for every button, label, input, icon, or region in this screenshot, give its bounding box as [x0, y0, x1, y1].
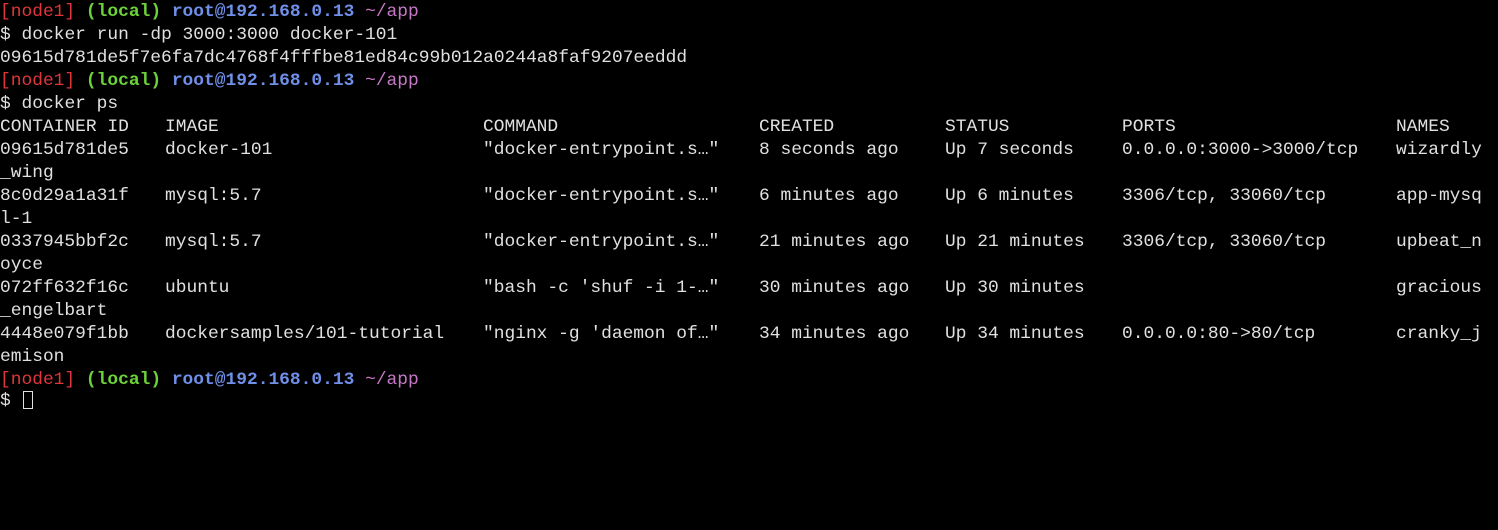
cell-names: upbeat_n — [1396, 232, 1482, 252]
terminal-window[interactable]: [node1] (local) root@192.168.0.13 ~/app … — [0, 0, 1498, 413]
cell-created: 34 minutes ago — [759, 324, 910, 344]
table-row-wrap: _engelbart — [0, 300, 107, 323]
prompt-local: (local) — [85, 2, 162, 22]
cell-command: "docker-entrypoint.s…" — [483, 140, 720, 160]
cell-names: wizardly — [1396, 140, 1482, 160]
cell-ports: 3306/tcp, 33060/tcp — [1122, 232, 1326, 252]
header-ports: PORTS — [1122, 117, 1176, 137]
cell-names: app-mysq — [1396, 186, 1482, 206]
cell-names-wrap: _engelbart — [0, 301, 108, 321]
prompt-host: root@192.168.0.13 — [171, 370, 355, 390]
table-row: 0337945bbf2c mysql:5.7 "docker-entrypoin… — [0, 231, 1498, 254]
cell-status: Up 21 minutes — [945, 232, 1085, 252]
command-line: $ docker ps — [0, 93, 118, 116]
table-row-wrap: l-1 — [0, 208, 32, 231]
cell-names-wrap: l-1 — [0, 209, 33, 229]
prompt-host: root@192.168.0.13 — [171, 2, 355, 22]
command-line: $ docker run -dp 3000:3000 docker-101 — [0, 24, 397, 47]
header-names: NAMES — [1396, 117, 1450, 137]
prompt-symbol: $ — [0, 391, 11, 411]
cell-image: mysql:5.7 — [165, 232, 262, 252]
cell-created: 6 minutes ago — [759, 186, 899, 206]
header-container-id: CONTAINER ID — [0, 117, 129, 137]
input-line[interactable]: $ — [0, 390, 33, 413]
table-row: 072ff632f16c ubuntu "bash -c 'shuf -i 1-… — [0, 277, 1498, 300]
cell-container-id: 0337945bbf2c — [0, 232, 129, 252]
cell-names-wrap: emison — [0, 347, 65, 367]
cell-status: Up 7 seconds — [945, 140, 1074, 160]
prompt-line: [node1] (local) root@192.168.0.13 ~/app — [0, 369, 419, 392]
prompt-symbol: $ — [0, 94, 11, 114]
table-row-wrap: emison — [0, 346, 64, 369]
cell-ports: 0.0.0.0:3000->3000/tcp — [1122, 140, 1359, 160]
command-text: docker ps — [21, 94, 119, 114]
header-created: CREATED — [759, 117, 835, 137]
prompt-path: ~/app — [365, 71, 419, 91]
prompt-path: ~/app — [365, 370, 419, 390]
text-cursor[interactable] — [22, 391, 33, 409]
cell-command: "docker-entrypoint.s…" — [483, 186, 720, 206]
table-row-wrap: oyce — [0, 254, 43, 277]
cell-command: "docker-entrypoint.s…" — [483, 232, 720, 252]
prompt-host: root@192.168.0.13 — [171, 71, 355, 91]
table-header: CONTAINER ID IMAGE COMMAND CREATED STATU… — [0, 116, 1498, 139]
cell-created: 8 seconds ago — [759, 140, 899, 160]
cell-created: 30 minutes ago — [759, 278, 910, 298]
cell-image: mysql:5.7 — [165, 186, 262, 206]
prompt-line: [node1] (local) root@192.168.0.13 ~/app — [0, 70, 419, 93]
container-hash: 09615d781de5f7e6fa7dc4768f4fffbe81ed84c9… — [0, 48, 688, 68]
prompt-line: [node1] (local) root@192.168.0.13 ~/app — [0, 1, 419, 24]
cell-command: "nginx -g 'daemon of…" — [483, 324, 720, 344]
cell-status: Up 30 minutes — [945, 278, 1085, 298]
cell-names-wrap: _wing — [0, 163, 54, 183]
cell-ports: 3306/tcp, 33060/tcp — [1122, 186, 1326, 206]
cell-names-wrap: oyce — [0, 255, 43, 275]
cell-status: Up 6 minutes — [945, 186, 1074, 206]
cell-command: "bash -c 'shuf -i 1-…" — [483, 278, 720, 298]
cell-ports: 0.0.0.0:80->80/tcp — [1122, 324, 1316, 344]
cell-image: ubuntu — [165, 278, 230, 298]
cell-container-id: 8c0d29a1a31f — [0, 186, 129, 206]
prompt-symbol: $ — [0, 25, 11, 45]
header-status: STATUS — [945, 117, 1010, 137]
cell-container-id: 072ff632f16c — [0, 278, 129, 298]
command-text: docker run -dp 3000:3000 docker-101 — [21, 25, 398, 45]
header-image: IMAGE — [165, 117, 219, 137]
prompt-local: (local) — [85, 71, 162, 91]
cell-image: docker-101 — [165, 140, 273, 160]
prompt-local: (local) — [85, 370, 162, 390]
table-row-wrap: _wing — [0, 162, 54, 185]
prompt-path: ~/app — [365, 2, 419, 22]
cell-image: dockersamples/101-tutorial — [165, 324, 445, 344]
cell-container-id: 09615d781de5 — [0, 140, 129, 160]
cell-status: Up 34 minutes — [945, 324, 1085, 344]
cell-names: cranky_j — [1396, 324, 1482, 344]
output-line: 09615d781de5f7e6fa7dc4768f4fffbe81ed84c9… — [0, 47, 687, 70]
prompt-node: [node1] — [0, 2, 76, 22]
header-command: COMMAND — [483, 117, 559, 137]
cell-container-id: 4448e079f1bb — [0, 324, 129, 344]
cell-names: gracious — [1396, 278, 1482, 298]
cell-created: 21 minutes ago — [759, 232, 910, 252]
table-row: 4448e079f1bb dockersamples/101-tutorial … — [0, 323, 1498, 346]
prompt-node: [node1] — [0, 370, 76, 390]
table-row: 8c0d29a1a31f mysql:5.7 "docker-entrypoin… — [0, 185, 1498, 208]
prompt-node: [node1] — [0, 71, 76, 91]
table-row: 09615d781de5 docker-101 "docker-entrypoi… — [0, 139, 1498, 162]
